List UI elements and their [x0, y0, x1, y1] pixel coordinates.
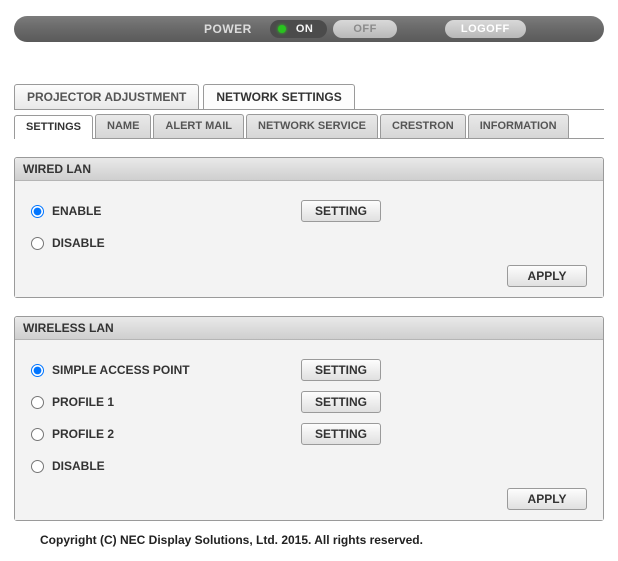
logoff-button[interactable]: LOGOFF [445, 20, 526, 38]
power-off-button[interactable]: OFF [333, 20, 397, 38]
power-on-label: ON [296, 23, 314, 35]
wireless-apply-button[interactable]: APPLY [507, 488, 587, 510]
subtab-settings[interactable]: SETTINGS [14, 115, 93, 139]
logoff-label: LOGOFF [461, 23, 510, 35]
wireless-disable-text: DISABLE [52, 459, 105, 473]
wireless-apply-row: APPLY [31, 482, 587, 510]
wireless-profile1-setting-button[interactable]: SETTING [301, 391, 381, 413]
wireless-disable-radio[interactable] [31, 460, 44, 473]
main-tabs: PROJECTOR ADJUSTMENT NETWORK SETTINGS [14, 84, 604, 110]
top-bar: POWER ON OFF LOGOFF [14, 16, 604, 42]
wireless-sap-text: SIMPLE ACCESS POINT [52, 363, 190, 377]
wireless-lan-title: WIRELESS LAN [15, 317, 603, 340]
subtab-name[interactable]: NAME [95, 114, 151, 138]
wireless-profile2-setting-button[interactable]: SETTING [301, 423, 381, 445]
wireless-disable-label[interactable]: DISABLE [31, 459, 301, 473]
sub-tabs: SETTINGS NAME ALERT MAIL NETWORK SERVICE… [14, 114, 604, 139]
wireless-sap-row: SIMPLE ACCESS POINT SETTING [31, 354, 587, 386]
wireless-sap-radio[interactable] [31, 364, 44, 377]
power-label: POWER [204, 22, 252, 36]
wired-lan-body: ENABLE SETTING DISABLE APPLY [15, 181, 603, 297]
wired-enable-label[interactable]: ENABLE [31, 204, 301, 218]
wireless-sap-setting-button[interactable]: SETTING [301, 359, 381, 381]
power-led-icon [278, 25, 286, 33]
tab-network-settings[interactable]: NETWORK SETTINGS [203, 84, 354, 109]
subtab-network-service[interactable]: NETWORK SERVICE [246, 114, 378, 138]
wireless-profile2-text: PROFILE 2 [52, 427, 114, 441]
wired-enable-row: ENABLE SETTING [31, 195, 587, 227]
subtab-information[interactable]: INFORMATION [468, 114, 569, 138]
wired-disable-row: DISABLE [31, 227, 587, 259]
wireless-lan-panel: WIRELESS LAN SIMPLE ACCESS POINT SETTING… [14, 316, 604, 521]
wired-lan-title: WIRED LAN [15, 158, 603, 181]
wireless-profile1-label[interactable]: PROFILE 1 [31, 395, 301, 409]
wired-enable-text: ENABLE [52, 204, 101, 218]
wireless-profile1-row: PROFILE 1 SETTING [31, 386, 587, 418]
wired-apply-row: APPLY [31, 259, 587, 287]
subtab-alert-mail[interactable]: ALERT MAIL [153, 114, 244, 138]
wired-disable-label[interactable]: DISABLE [31, 236, 301, 250]
wireless-profile2-row: PROFILE 2 SETTING [31, 418, 587, 450]
wired-apply-button[interactable]: APPLY [507, 265, 587, 287]
wireless-profile1-radio[interactable] [31, 396, 44, 409]
tab-projector-adjustment[interactable]: PROJECTOR ADJUSTMENT [14, 84, 199, 109]
wired-lan-panel: WIRED LAN ENABLE SETTING DISABLE APPLY [14, 157, 604, 298]
wireless-sap-label[interactable]: SIMPLE ACCESS POINT [31, 363, 301, 377]
subtab-crestron[interactable]: CRESTRON [380, 114, 466, 138]
wireless-profile2-label[interactable]: PROFILE 2 [31, 427, 301, 441]
wireless-profile2-radio[interactable] [31, 428, 44, 441]
wireless-lan-body: SIMPLE ACCESS POINT SETTING PROFILE 1 SE… [15, 340, 603, 520]
power-on-button[interactable]: ON [270, 20, 328, 38]
power-off-label: OFF [353, 23, 377, 35]
wired-disable-text: DISABLE [52, 236, 105, 250]
footer-copyright: Copyright (C) NEC Display Solutions, Ltd… [40, 533, 618, 561]
wireless-disable-row: DISABLE [31, 450, 587, 482]
wired-enable-radio[interactable] [31, 205, 44, 218]
wireless-profile1-text: PROFILE 1 [52, 395, 114, 409]
wired-setting-button[interactable]: SETTING [301, 200, 381, 222]
wired-disable-radio[interactable] [31, 237, 44, 250]
